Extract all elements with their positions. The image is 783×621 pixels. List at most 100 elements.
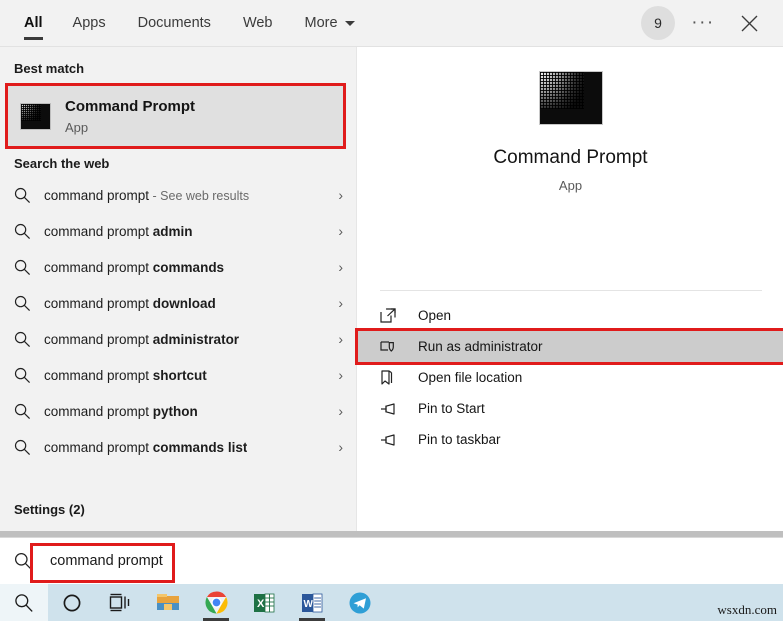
- chevron-right-icon: ›: [338, 223, 343, 239]
- tab-list: All Apps Documents Web More: [0, 0, 371, 47]
- close-icon: [741, 15, 757, 31]
- action-open-file-location[interactable]: Open file location: [358, 362, 783, 393]
- action-run-as-administrator[interactable]: Run as administrator: [355, 328, 783, 365]
- folder-location-icon: [380, 369, 418, 386]
- more-options-button[interactable]: ···: [685, 5, 721, 41]
- action-open-file-location-label: Open file location: [418, 370, 523, 385]
- web-suggestion-label: command prompt python: [44, 403, 198, 419]
- search-icon: [15, 593, 33, 612]
- chevron-right-icon: ›: [338, 331, 343, 347]
- preview-app-title: Command Prompt: [493, 147, 648, 168]
- ellipsis-icon: ···: [691, 12, 715, 33]
- search-tab-bar: All Apps Documents Web More 9 ···: [0, 0, 783, 47]
- web-suggestion-item[interactable]: command prompt administrator ›: [0, 321, 357, 357]
- tab-bar-actions: 9 ···: [641, 5, 783, 41]
- best-match-subtitle: App: [65, 120, 89, 135]
- search-icon: [14, 331, 40, 348]
- taskbar-cortana-button[interactable]: [48, 584, 96, 621]
- command-prompt-icon: [538, 71, 603, 125]
- search-icon: [14, 187, 40, 204]
- search-icon: [14, 259, 40, 276]
- shield-icon: [380, 339, 418, 355]
- taskbar-chrome-button[interactable]: [192, 584, 240, 621]
- search-the-web-heading: Search the web: [14, 156, 110, 171]
- svg-text:X: X: [257, 598, 265, 610]
- chevron-right-icon: ›: [338, 367, 343, 383]
- web-suggestion-item[interactable]: command prompt admin ›: [0, 213, 357, 249]
- web-suggestion-item[interactable]: command prompt commands ›: [0, 249, 357, 285]
- web-suggestion-item[interactable]: command prompt shortcut ›: [0, 357, 357, 393]
- chevron-down-icon: [344, 20, 355, 26]
- best-match-text: Command Prompt App: [65, 97, 195, 135]
- tab-more-label: More: [304, 15, 338, 31]
- command-prompt-icon: [20, 102, 51, 130]
- app-preview-header: Command Prompt App: [358, 71, 783, 193]
- web-suggestion-item[interactable]: command prompt python ›: [0, 393, 357, 429]
- cortana-icon: [63, 594, 81, 611]
- taskbar: X W wsxdn.com: [0, 584, 783, 621]
- windows-search-overlay: All Apps Documents Web More 9 ··· Best m…: [0, 0, 783, 621]
- open-external-icon: [380, 307, 418, 324]
- tab-all-label: All: [24, 15, 43, 31]
- action-pin-to-start-label: Pin to Start: [418, 401, 485, 416]
- web-suggestion-item[interactable]: command prompt commands list ›: [0, 429, 357, 465]
- action-open[interactable]: Open: [358, 300, 783, 331]
- taskbar-file-explorer-button[interactable]: [144, 584, 192, 621]
- action-pin-to-taskbar-label: Pin to taskbar: [418, 432, 501, 447]
- tab-apps-label: Apps: [72, 15, 106, 31]
- taskbar-telegram-button[interactable]: [336, 584, 384, 621]
- chevron-right-icon: ›: [338, 295, 343, 311]
- word-icon: W: [302, 593, 323, 612]
- tab-documents[interactable]: Documents: [122, 0, 227, 47]
- search-input[interactable]: command prompt: [50, 553, 163, 569]
- action-run-as-administrator-label: Run as administrator: [418, 339, 543, 354]
- search-icon: [0, 552, 46, 571]
- web-suggestion-label: command prompt shortcut: [44, 367, 207, 383]
- web-suggestion-label: command prompt commands list: [44, 439, 248, 455]
- search-bar[interactable]: command prompt: [0, 537, 783, 584]
- watermark: wsxdn.com: [717, 602, 777, 617]
- tab-web[interactable]: Web: [227, 0, 289, 47]
- taskbar-excel-button[interactable]: X: [240, 584, 288, 621]
- file-explorer-icon: [157, 594, 179, 610]
- chevron-right-icon: ›: [338, 259, 343, 275]
- web-suggestion-label: command prompt download: [44, 295, 216, 311]
- best-match-heading: Best match: [14, 61, 85, 76]
- taskbar-word-button[interactable]: W: [288, 584, 336, 621]
- account-badge[interactable]: 9: [641, 6, 675, 40]
- chevron-right-icon: ›: [338, 403, 343, 419]
- tab-more[interactable]: More: [289, 0, 371, 47]
- results-pane: Best match Command Prompt App Search the…: [0, 47, 357, 537]
- web-suggestion-label: command prompt admin: [44, 223, 193, 239]
- task-view-icon: [109, 593, 130, 612]
- web-suggestion-label: command prompt commands: [44, 259, 225, 275]
- search-icon: [14, 367, 40, 384]
- preview-app-type: App: [558, 178, 583, 193]
- best-match-title: Command Prompt: [65, 98, 196, 115]
- pin-icon: [380, 401, 418, 417]
- settings-heading: Settings (2): [14, 502, 85, 517]
- taskbar-task-view-button[interactable]: [96, 584, 144, 621]
- search-icon: [14, 223, 40, 240]
- actions-divider: [380, 290, 762, 291]
- web-suggestion-label: command prompt - See web results: [44, 187, 250, 203]
- web-suggestions-list: command prompt - See web results › comma…: [0, 177, 357, 465]
- action-pin-to-taskbar[interactable]: Pin to taskbar: [358, 424, 783, 455]
- close-button[interactable]: [731, 5, 767, 41]
- tab-apps[interactable]: Apps: [57, 0, 122, 47]
- chrome-icon: [204, 591, 228, 614]
- best-match-result-command-prompt[interactable]: Command Prompt App: [5, 83, 346, 149]
- telegram-icon: [349, 592, 371, 613]
- taskbar-search-button[interactable]: [0, 584, 48, 621]
- preview-pane: Command Prompt App Open Run as administr…: [355, 47, 783, 537]
- account-badge-count: 9: [654, 15, 662, 31]
- tab-web-label: Web: [242, 15, 273, 31]
- tab-documents-label: Documents: [137, 15, 211, 31]
- svg-text:W: W: [304, 599, 314, 610]
- search-icon: [14, 439, 40, 456]
- web-suggestion-item[interactable]: command prompt - See web results ›: [0, 177, 357, 213]
- search-icon: [14, 403, 40, 420]
- web-suggestion-item[interactable]: command prompt download ›: [0, 285, 357, 321]
- tab-all[interactable]: All: [14, 0, 57, 47]
- action-pin-to-start[interactable]: Pin to Start: [358, 393, 783, 424]
